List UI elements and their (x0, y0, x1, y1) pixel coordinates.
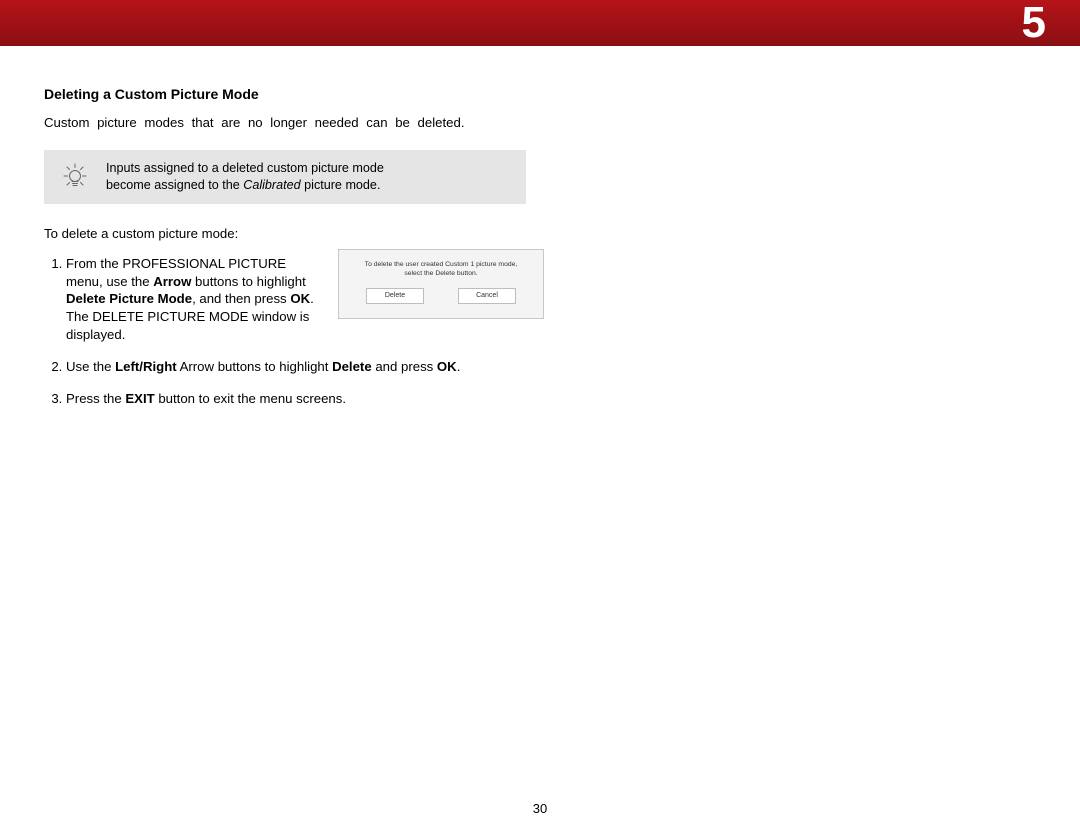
lightbulb-icon (58, 160, 92, 194)
step2-text-d: . (457, 359, 461, 374)
dialog-cancel-button: Cancel (458, 288, 516, 304)
step2-text-a: Use the (66, 359, 115, 374)
dialog-message: To delete the user created Custom 1 pict… (351, 260, 531, 278)
content-column: Deleting a Custom Picture Mode Custom pi… (0, 46, 570, 408)
chapter-number: 5 (1022, 0, 1046, 48)
intro-paragraph: Custom picture modes that are no longer … (44, 114, 526, 132)
step3-bold-exit: EXIT (125, 391, 154, 406)
step-3: Press the EXIT button to exit the menu s… (66, 390, 526, 408)
step1-bold-ok: OK (290, 291, 310, 306)
step-2: Use the Left/Right Arrow buttons to high… (66, 358, 526, 376)
step1-text-c: , and then press (192, 291, 290, 306)
tip-text: Inputs assigned to a deleted custom pict… (106, 160, 384, 194)
step2-bold-leftright: Left/Right (115, 359, 177, 374)
procedure-lead-in: To delete a custom picture mode: (44, 226, 526, 241)
step1-bold-delete-picture-mode: Delete Picture Mode (66, 291, 192, 306)
procedure-steps: From the PROFESSIONAL PICTURE menu, use … (44, 255, 526, 408)
tip-callout: Inputs assigned to a deleted custom pict… (44, 150, 526, 204)
chapter-header-bar: 5 (0, 0, 1080, 46)
dialog-delete-button: Delete (366, 288, 424, 304)
tip-line2-post: picture mode. (301, 178, 381, 192)
step1-text-b: buttons to highlight (191, 274, 305, 289)
step2-bold-ok: OK (437, 359, 457, 374)
step3-text-a: Press the (66, 391, 125, 406)
tip-line2-pre: become assigned to the (106, 178, 243, 192)
page-number: 30 (0, 801, 1080, 816)
step2-bold-delete: Delete (332, 359, 372, 374)
step1-bold-arrow: Arrow (153, 274, 191, 289)
tip-line1: Inputs assigned to a deleted custom pict… (106, 161, 384, 175)
step2-text-b: Arrow buttons to highlight (177, 359, 332, 374)
dialog-msg-line1: To delete the user created Custom 1 pict… (365, 261, 518, 268)
delete-picture-mode-dialog: To delete the user created Custom 1 pict… (338, 249, 544, 319)
step2-text-c: and press (372, 359, 437, 374)
step-1: From the PROFESSIONAL PICTURE menu, use … (66, 255, 526, 344)
dialog-msg-line2: select the Delete button. (404, 270, 477, 277)
step3-text-b: button to exit the menu screens. (155, 391, 346, 406)
tip-line2-italic: Calibrated (243, 178, 300, 192)
section-title: Deleting a Custom Picture Mode (44, 86, 526, 102)
